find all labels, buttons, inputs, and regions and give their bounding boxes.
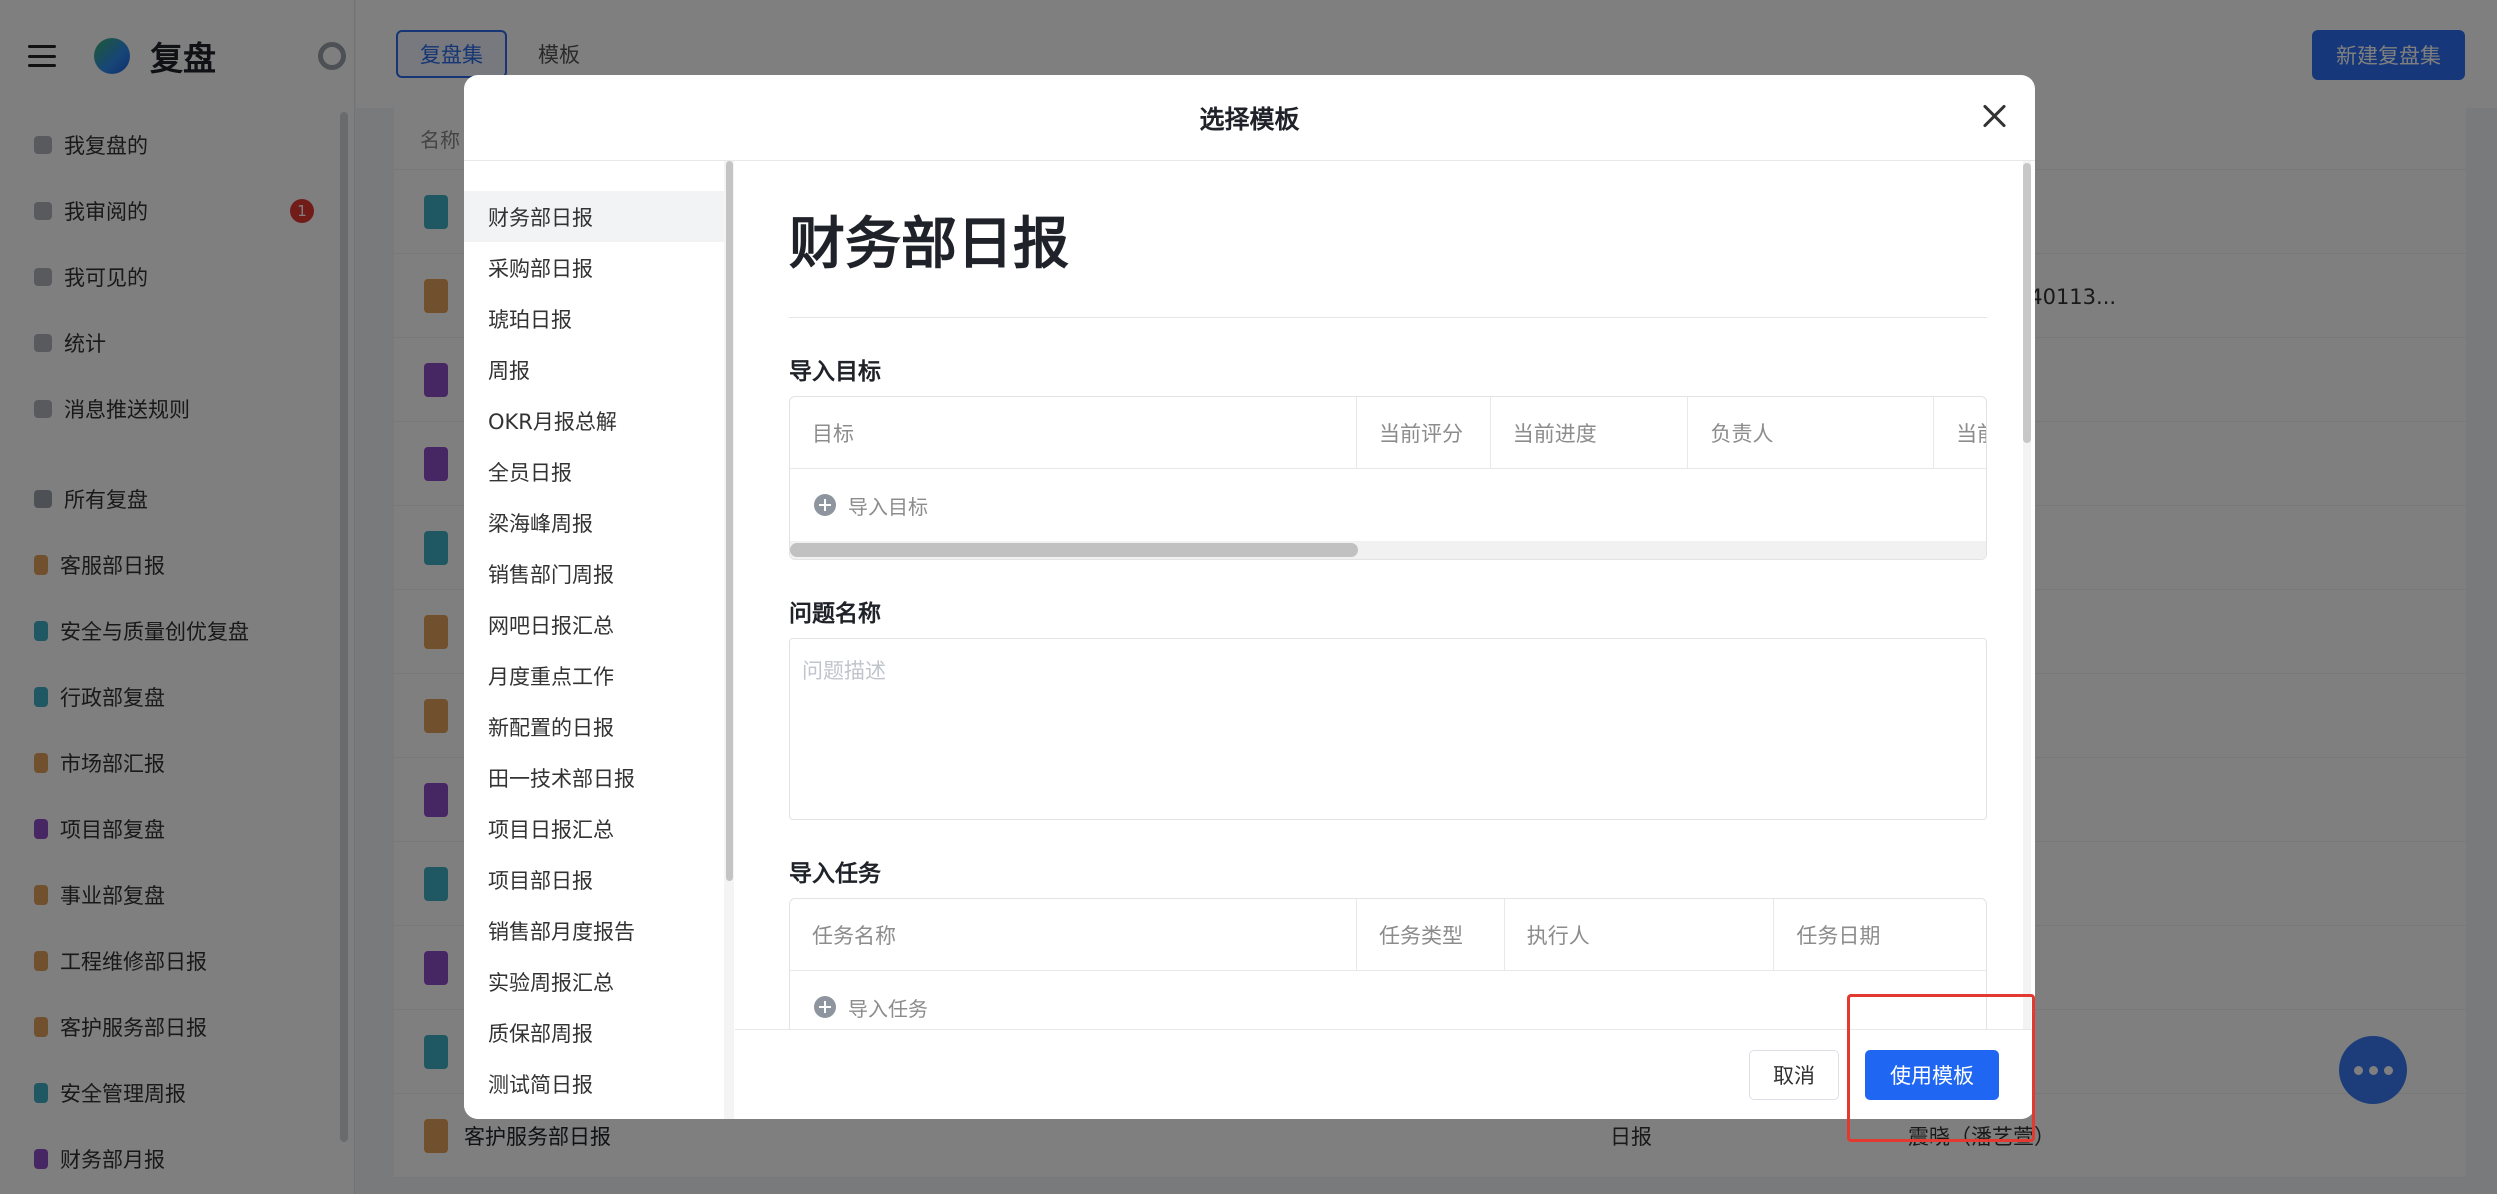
issue-description-field[interactable]: 问题描述	[789, 638, 1987, 820]
preview-title: 财务部日报	[789, 212, 1069, 277]
import-tasks-button[interactable]: 导入任务	[790, 971, 1986, 1029]
plus-circle-icon	[814, 996, 836, 1018]
dialog-title: 选择模板	[1199, 104, 1300, 134]
goals-col-progress: 当前进度	[1491, 397, 1689, 469]
close-icon[interactable]	[1979, 101, 2009, 131]
goals-table: 目标 当前评分 当前进度 负责人 当前 导入目标	[789, 396, 1987, 560]
template-preview: 财务部日报 导入目标 目标 当前评分 当前进度 负责人 当前 导入目标	[735, 161, 2021, 1029]
tasks-col-date: 任务日期	[1796, 924, 1881, 948]
goals-scroll-thumb[interactable]	[790, 543, 1358, 557]
template-item[interactable]: 销售部门周报	[464, 548, 724, 599]
template-item[interactable]: 测试简日报	[464, 1058, 724, 1109]
template-item[interactable]: 实验周报汇总	[464, 956, 724, 1007]
template-item[interactable]: 项目日报汇总	[464, 803, 724, 854]
template-item[interactable]: 质保部周报	[464, 1007, 724, 1058]
import-tasks-label: 导入任务	[848, 996, 928, 1021]
template-item[interactable]: 项目部日报	[464, 854, 724, 905]
preview-divider	[789, 317, 1987, 318]
tasks-section-title: 导入任务	[789, 861, 881, 887]
tasks-col-assignee: 执行人	[1505, 899, 1775, 971]
goals-section-title: 导入目标	[789, 359, 881, 385]
template-item[interactable]: 琥珀日报	[464, 293, 724, 344]
template-item[interactable]: OKR月报总解	[464, 395, 724, 446]
template-item[interactable]: 全员日报	[464, 446, 724, 497]
tasks-col-name: 任务名称	[790, 899, 1358, 971]
template-item[interactable]: 网吧日报汇总	[464, 599, 724, 650]
template-item[interactable]: 月度重点工作	[464, 650, 724, 701]
cancel-button[interactable]: 取消	[1749, 1050, 1839, 1100]
goals-table-header: 目标 当前评分 当前进度 负责人 当前	[790, 397, 1986, 469]
dialog-footer: 取消 使用模板	[735, 1029, 2035, 1119]
tasks-table-header: 任务名称 任务类型 执行人 任务日期	[790, 899, 1986, 971]
template-item[interactable]: 采购部日报	[464, 242, 724, 293]
highlight-box	[1847, 994, 2035, 1142]
template-item[interactable]: 财务部日报	[464, 191, 724, 242]
goals-col-owner: 负责人	[1688, 397, 1935, 469]
goals-horizontal-scrollbar[interactable]	[790, 541, 1986, 559]
template-item[interactable]: 新配置的日报	[464, 701, 724, 752]
select-template-dialog: 选择模板 财务部日报 采购部日报 琥珀日报 周报 OKR月报总解 全员日报 梁海峰周报 销售部…	[464, 75, 2035, 1119]
template-item[interactable]: 梁海峰周报	[464, 497, 724, 548]
template-item[interactable]: 周报	[464, 344, 724, 395]
goals-col-score: 当前评分	[1357, 397, 1491, 469]
template-list: 财务部日报 采购部日报 琥珀日报 周报 OKR月报总解 全员日报 梁海峰周报 销售部门周报 网吧…	[464, 161, 724, 1119]
template-list-scroll-thumb[interactable]	[726, 161, 733, 881]
template-item[interactable]: 销售部月度报告	[464, 905, 724, 956]
goals-col-target: 目标	[790, 397, 1357, 469]
preview-scroll-thumb[interactable]	[2023, 163, 2031, 443]
dialog-header: 选择模板	[464, 75, 2035, 161]
plus-circle-icon	[814, 494, 836, 516]
template-item[interactable]: 田一技术部日报	[464, 752, 724, 803]
import-goals-button[interactable]: 导入目标	[790, 469, 1986, 541]
import-goals-label: 导入目标	[848, 494, 928, 519]
tasks-table: 任务名称 任务类型 执行人 任务日期 导入任务	[789, 898, 1987, 1029]
tasks-col-type: 任务类型	[1357, 899, 1505, 971]
issue-section-title: 问题名称	[789, 601, 881, 627]
goals-col-current: 当前	[1956, 422, 1986, 446]
